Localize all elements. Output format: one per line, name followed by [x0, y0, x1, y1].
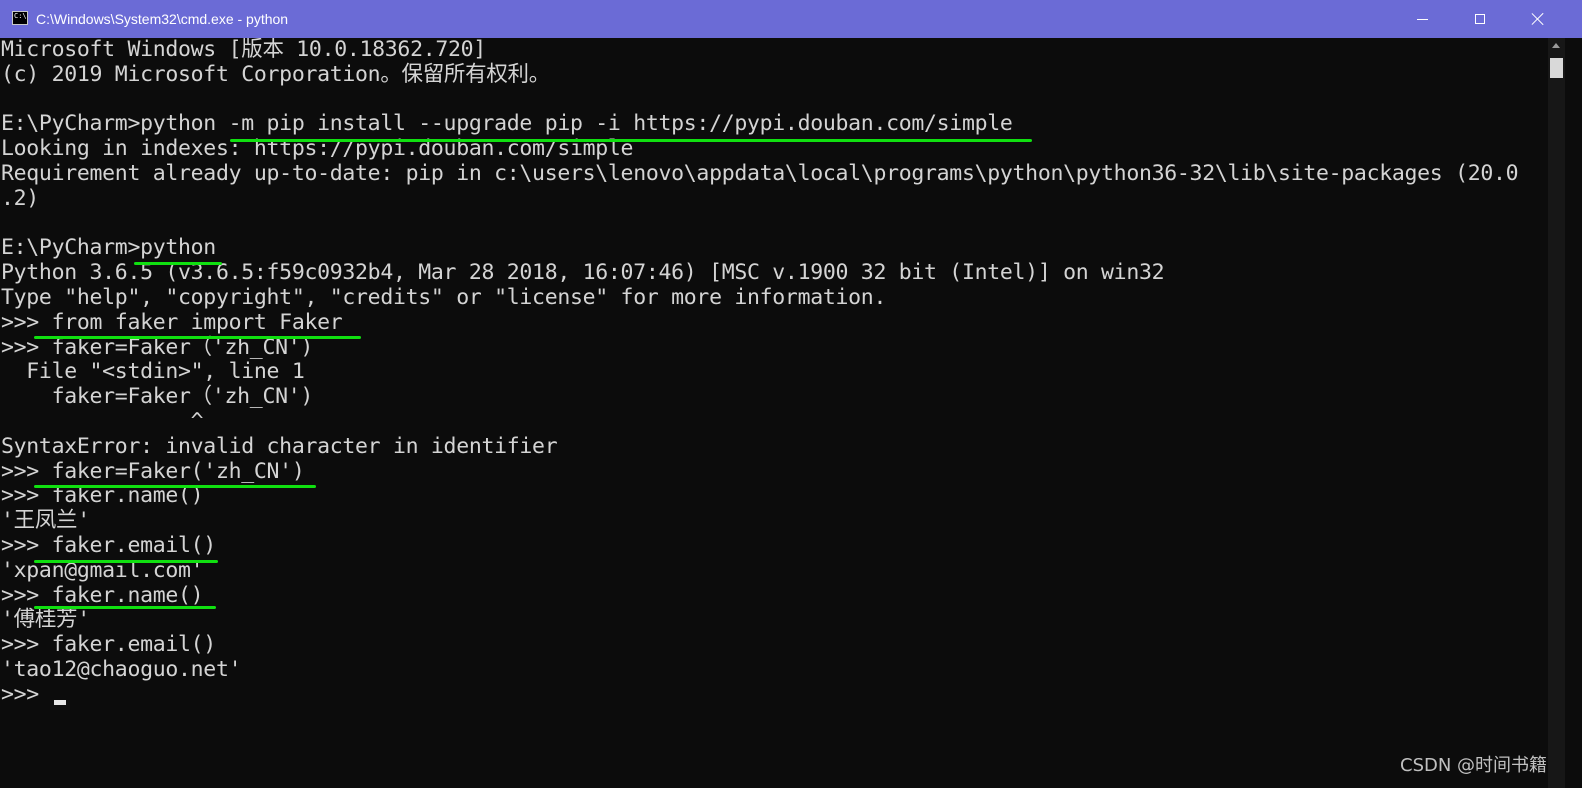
- scroll-up-arrow-icon[interactable]: [1552, 43, 1560, 48]
- console-line: >>> faker.name(): [1, 483, 204, 509]
- scrollbar-thumb[interactable]: [1550, 58, 1563, 78]
- console-line: >>> faker.name(): [1, 582, 204, 608]
- watermark: CSDN @时间书籍: [1400, 755, 1548, 776]
- cmd-window: C:\ C:\Windows\System32\cmd.exe - python…: [0, 0, 1582, 788]
- highlight-underline: [230, 139, 1032, 142]
- console-line: E:\PyCharm>python: [1, 235, 216, 261]
- cmd-icon-label: C:\: [14, 12, 27, 20]
- minimize-icon: [1416, 18, 1428, 20]
- highlight-underline: [34, 336, 361, 339]
- close-icon: [1531, 12, 1545, 26]
- console-line: Type "help", "copyright", "credits" or "…: [1, 284, 887, 310]
- console-line: >>> faker.email(): [1, 632, 216, 658]
- console-line: .2): [1, 185, 39, 211]
- console-line: Python 3.6.5 (v3.6.5:f59c0932b4, Mar 28 …: [1, 260, 1165, 286]
- console-output[interactable]: Microsoft Windows [版本 10.0.18362.720] (c…: [0, 38, 1548, 788]
- console-line: (c) 2019 Microsoft Corporation。保留所有权利。: [1, 61, 550, 87]
- console-line: '王凤兰': [1, 508, 90, 534]
- vertical-scrollbar[interactable]: [1548, 38, 1565, 788]
- console-line: >>> faker=Faker（'zh_CN'): [1, 334, 314, 360]
- minimize-button[interactable]: [1393, 0, 1451, 38]
- console-line: 'xpan@gmail.com': [1, 557, 204, 583]
- console-line: '傅桂芳': [1, 607, 90, 633]
- console-line: Requirement already up-to-date: pip in c…: [1, 160, 1519, 186]
- console-line: File "<stdin>", line 1: [1, 359, 305, 385]
- window-title: C:\Windows\System32\cmd.exe - python: [36, 11, 289, 27]
- highlight-underline: [134, 262, 222, 265]
- title-bar[interactable]: C:\ C:\Windows\System32\cmd.exe - python: [0, 0, 1582, 38]
- text-cursor: [54, 700, 66, 705]
- close-button[interactable]: [1509, 0, 1567, 38]
- console-line: SyntaxError: invalid character in identi…: [1, 433, 558, 459]
- cmd-icon: C:\: [12, 11, 28, 25]
- console-line: Microsoft Windows [版本 10.0.18362.720]: [1, 38, 486, 62]
- console-line: faker=Faker（'zh_CN'): [1, 384, 314, 410]
- console-line: >>> faker.email(): [1, 532, 216, 558]
- console-line: 'tao12@chaoguo.net': [1, 656, 242, 682]
- console-line: >>> faker=Faker('zh_CN'): [1, 458, 305, 484]
- highlight-underline: [34, 485, 316, 488]
- window-edge: [1565, 38, 1582, 788]
- highlight-underline: [34, 560, 218, 563]
- console-line: >>> from faker import Faker: [1, 309, 343, 335]
- highlight-underline: [34, 606, 216, 609]
- maximize-icon: [1475, 14, 1485, 24]
- console-line: ^: [1, 408, 204, 434]
- console-line: E:\PyCharm>python -m pip install --upgra…: [1, 111, 1013, 137]
- maximize-button[interactable]: [1451, 0, 1509, 38]
- console-line: >>>: [1, 681, 52, 707]
